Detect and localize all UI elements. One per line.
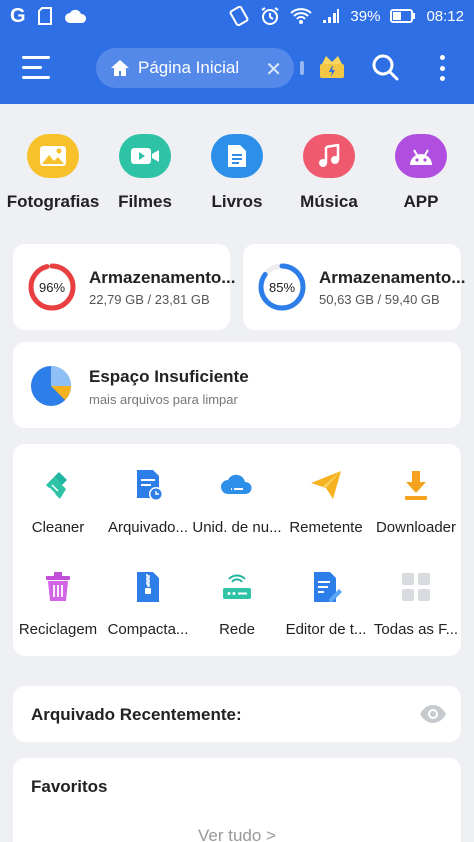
favorites-title: Favoritos xyxy=(31,777,108,796)
tool-cloud-drive[interactable]: Unid. de nu... xyxy=(192,468,282,536)
recent-files-card[interactable]: Arquivado Recentemente: xyxy=(13,686,461,742)
trash-icon xyxy=(46,572,70,601)
home-icon xyxy=(111,60,129,76)
category-label: Filmes xyxy=(118,192,172,211)
music-icon xyxy=(303,134,355,178)
image-icon xyxy=(27,134,79,178)
tool-archived[interactable]: Arquivado... xyxy=(103,468,193,536)
grid-icon xyxy=(402,573,430,601)
crown-icon[interactable] xyxy=(318,54,346,80)
category-photos[interactable]: Fotografias xyxy=(6,134,100,212)
space-subtitle: mais arquivos para limpar xyxy=(89,392,238,407)
signal-icon xyxy=(323,9,340,23)
tool-cleaner[interactable]: Cleaner xyxy=(13,468,103,536)
favorites-card: Favoritos Ver tudo > xyxy=(13,758,461,842)
cloud-drive-icon xyxy=(221,474,252,494)
category-apps[interactable]: APP xyxy=(374,134,468,212)
download-icon xyxy=(405,471,427,500)
tool-sender[interactable]: Remetente xyxy=(281,468,371,536)
tool-label: Rede xyxy=(219,621,255,638)
wifi-icon xyxy=(290,8,313,24)
tool-label: Compacta... xyxy=(107,621,189,638)
g-icon: G xyxy=(10,5,26,27)
category-books[interactable]: Livros xyxy=(190,134,284,212)
document-icon xyxy=(211,134,263,178)
battery-icon xyxy=(390,9,416,23)
tool-recycle-bin[interactable]: Reciclagem xyxy=(13,570,103,638)
app-toolbar: Página Inicial ✕ xyxy=(0,34,474,104)
tool-label: Reciclagem xyxy=(18,621,98,638)
tool-label: Cleaner xyxy=(31,519,85,536)
category-label: APP xyxy=(403,192,439,211)
menu-button[interactable] xyxy=(22,56,50,80)
broom-icon xyxy=(46,472,67,499)
recent-title: Arquivado Recentemente: xyxy=(31,705,242,724)
see-all-link[interactable]: Ver tudo > xyxy=(13,826,461,842)
cloud-icon xyxy=(64,9,86,23)
vibrate-icon xyxy=(229,6,249,26)
category-label: Música xyxy=(300,192,358,211)
tool-label: Remetente xyxy=(289,519,363,536)
alarm-icon xyxy=(261,7,279,25)
storage-percent: 85% xyxy=(269,280,295,295)
tool-all-features[interactable]: Todas as F... xyxy=(371,570,461,638)
archive-clock-icon xyxy=(137,470,163,501)
storage-ring: 85% xyxy=(258,263,306,311)
tools-grid: Cleaner Arquivado... Unid. de nu... Reme… xyxy=(13,444,461,656)
storage-usage: 50,63 GB / 59,40 GB xyxy=(319,292,440,307)
storage-card-internal[interactable]: 96% Armazenamento... 22,79 GB / 23,81 GB xyxy=(13,244,235,330)
insufficient-space-card[interactable]: Espaço Insuficiente mais arquivos para l… xyxy=(13,342,461,428)
clock: 08:12 xyxy=(426,7,464,25)
storage-ring: 96% xyxy=(28,263,76,311)
category-videos[interactable]: Filmes xyxy=(98,134,192,212)
tool-label: Unid. de nu... xyxy=(192,519,282,536)
storage-card-sd[interactable]: 85% Armazenamento... 50,63 GB / 59,40 GB xyxy=(243,244,465,330)
paper-plane-icon xyxy=(311,471,341,499)
tool-label: Todas as F... xyxy=(373,621,459,638)
home-tab[interactable]: Página Inicial ✕ xyxy=(96,48,294,88)
zip-icon xyxy=(137,572,159,602)
space-title: Espaço Insuficiente xyxy=(89,367,249,386)
category-row: Fotografias Filmes Livros Música APP xyxy=(0,134,474,214)
eye-icon[interactable] xyxy=(419,704,447,724)
router-icon xyxy=(223,574,251,599)
tool-label: Editor de t... xyxy=(285,621,367,638)
tool-text-editor[interactable]: Editor de t... xyxy=(281,570,371,638)
video-icon xyxy=(119,134,171,178)
tool-downloader[interactable]: Downloader xyxy=(371,468,461,536)
home-tab-label: Página Inicial xyxy=(138,58,240,77)
android-icon xyxy=(395,134,447,178)
search-icon[interactable] xyxy=(370,52,400,82)
storage-usage: 22,79 GB / 23,81 GB xyxy=(89,292,210,307)
storage-title: Armazenamento... xyxy=(319,268,466,287)
tab-edge-indicator xyxy=(300,61,304,75)
tool-compress[interactable]: Compacta... xyxy=(103,570,193,638)
storage-title: Armazenamento... xyxy=(89,268,236,287)
category-label: Livros xyxy=(211,192,263,211)
battery-percent: 39% xyxy=(350,7,381,25)
status-bar: G 39% 08:12 xyxy=(0,0,474,34)
more-options-icon[interactable] xyxy=(432,52,452,84)
tool-network[interactable]: Rede xyxy=(192,570,282,638)
category-label: Fotografias xyxy=(6,192,100,211)
storage-percent: 96% xyxy=(39,280,65,295)
tool-label: Arquivado... xyxy=(107,519,189,536)
tool-label: Downloader xyxy=(375,519,457,536)
sd-card-icon xyxy=(37,7,52,25)
text-editor-icon xyxy=(314,572,342,602)
close-tab-icon[interactable]: ✕ xyxy=(265,57,282,82)
category-music[interactable]: Música xyxy=(282,134,376,212)
pie-chart-icon xyxy=(31,366,71,406)
